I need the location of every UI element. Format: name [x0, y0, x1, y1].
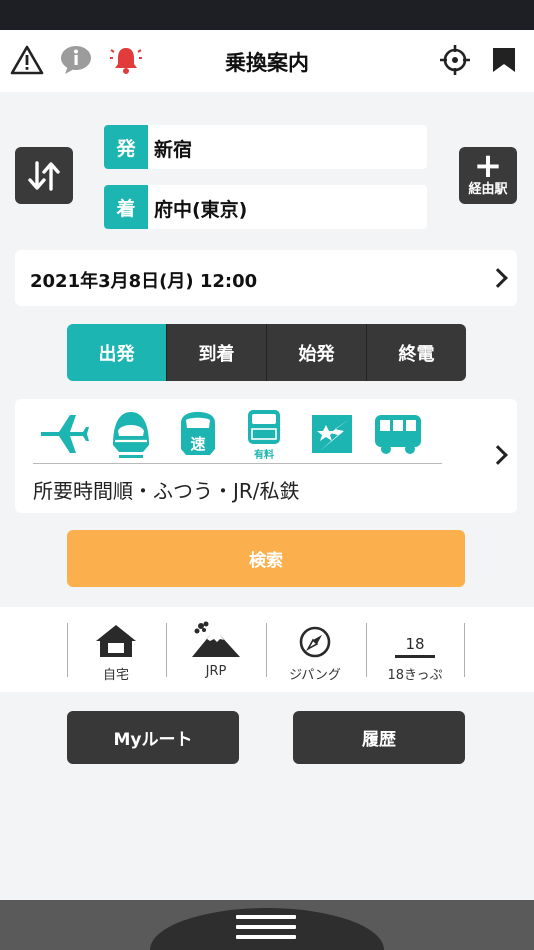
compass-icon: [267, 619, 363, 659]
highway-bus-icon: [305, 405, 359, 463]
shinkansen-icon: [104, 405, 158, 463]
quick-link-jrp[interactable]: JRP: [168, 619, 264, 685]
paid-express-icon: 有料: [237, 405, 291, 463]
ticket-mark: 18: [405, 635, 424, 653]
from-badge: 発: [104, 125, 148, 169]
via-station-label: 経由駅: [468, 182, 508, 197]
bus-icon: [371, 405, 425, 463]
plus-icon: +: [473, 146, 503, 186]
divider: [33, 463, 442, 464]
quick-link-jrp-label: JRP: [205, 664, 227, 679]
transport-options-panel[interactable]: 速 有料 所要時間順・ふつう・JR/私鉄: [15, 399, 517, 513]
to-station-field[interactable]: 着 府中(東京): [104, 185, 427, 229]
swap-stations-button[interactable]: [15, 147, 73, 204]
chevron-right-icon: [488, 268, 508, 288]
time-mode-arrival[interactable]: 到着: [166, 324, 266, 381]
history-button[interactable]: 履歴: [293, 711, 465, 764]
quick-link-zipangu-label: ジパング: [289, 668, 341, 683]
app-header: 乗換案内: [0, 30, 534, 92]
search-options-text: 所要時間順・ふつう・JR/私鉄: [33, 479, 300, 503]
paid-mark: 有料: [254, 448, 274, 461]
from-station-name: 新宿: [154, 139, 193, 161]
from-station-field[interactable]: 発 新宿: [104, 125, 427, 169]
time-mode-segmented-control: 出発 到着 始発 終電: [67, 324, 466, 381]
quick-links-bar: 自宅 JRP ジパング 18 18きっぷ: [0, 607, 534, 692]
airplane-icon: [37, 405, 91, 463]
quick-link-home[interactable]: 自宅: [68, 619, 164, 685]
search-button[interactable]: 検索: [67, 530, 465, 587]
quick-link-zipangu[interactable]: ジパング: [267, 619, 363, 685]
bookmark-icon[interactable]: [486, 42, 522, 78]
chevron-right-icon: [488, 445, 508, 465]
swap-arrows-icon: [28, 160, 60, 191]
home-icon: [68, 619, 164, 659]
my-route-button[interactable]: Myルート: [67, 711, 239, 764]
to-station-name: 府中(東京): [154, 199, 248, 221]
express-mark: 速: [190, 435, 205, 453]
crosshair-icon[interactable]: [437, 42, 473, 78]
to-badge: 着: [104, 185, 148, 229]
divider: [166, 623, 167, 677]
time-mode-last-train[interactable]: 終電: [366, 324, 466, 381]
transport-icons-row: 速 有料: [37, 405, 427, 463]
time-mode-first-train[interactable]: 始発: [266, 324, 366, 381]
hamburger-menu-icon[interactable]: [236, 915, 296, 945]
datetime-selector[interactable]: 2021年3月8日(月) 12:00: [15, 250, 517, 306]
via-station-button[interactable]: + 経由駅: [459, 147, 517, 204]
express-icon: 速: [171, 405, 225, 463]
datetime-text: 2021年3月8日(月) 12:00: [30, 271, 258, 292]
ticket-icon: 18: [367, 619, 463, 659]
quick-link-seishun18[interactable]: 18 18きっぷ: [367, 619, 463, 685]
quick-link-seishun18-label: 18きっぷ: [387, 668, 443, 683]
time-mode-departure[interactable]: 出発: [67, 324, 166, 381]
divider: [464, 623, 465, 677]
quick-link-home-label: 自宅: [102, 668, 129, 683]
mount-fuji-icon: [168, 619, 264, 659]
status-bar: [0, 0, 534, 30]
